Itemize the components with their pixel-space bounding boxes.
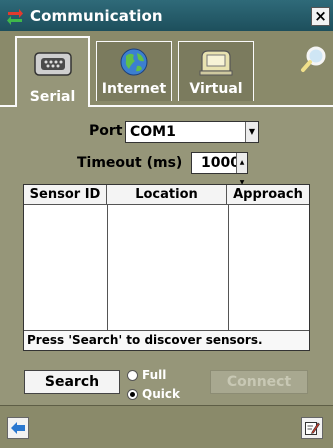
column-header-sensor-id[interactable]: Sensor ID	[24, 185, 107, 204]
radio-full[interactable]: Full	[127, 368, 166, 382]
port-select[interactable]: COM1 ▼	[125, 121, 259, 143]
timeout-value: 1000	[201, 155, 240, 171]
timeout-spinner[interactable]: 1000 ▲ ▼	[191, 152, 248, 186]
edit-note-icon[interactable]	[301, 417, 323, 439]
sensor-list-header: Sensor ID Location Approach	[24, 185, 309, 205]
radio-label: Full	[142, 368, 167, 382]
tab-virtual[interactable]: Virtual	[178, 41, 254, 101]
column-header-location[interactable]: Location	[107, 185, 227, 204]
column-header-approach[interactable]: Approach	[227, 185, 309, 204]
column-divider	[107, 205, 108, 330]
magnifier-icon[interactable]	[299, 45, 329, 75]
serial-panel: Port COM1 ▼ Timeout (ms) 1000 ▲ ▼ Sensor …	[0, 105, 333, 405]
tab-serial[interactable]: Serial	[15, 36, 90, 107]
tab-strip: Serial Internet Virtual	[0, 31, 333, 107]
tab-internet[interactable]: Internet	[96, 41, 172, 101]
tab-label: Internet	[101, 81, 167, 97]
virtual-device-icon	[198, 42, 234, 81]
command-bar	[0, 405, 333, 448]
connect-button[interactable]: Connect	[210, 370, 308, 394]
radio-dot	[127, 369, 138, 381]
radio-label: Quick	[142, 387, 180, 401]
arrows-exchange-icon	[0, 0, 30, 31]
tab-label: Virtual	[189, 81, 243, 97]
back-arrow-icon[interactable]	[7, 417, 29, 439]
title-bar: Communication ×	[0, 0, 333, 31]
globe-icon	[119, 42, 149, 81]
chevron-down-icon[interactable]: ▼	[245, 122, 258, 142]
serial-port-icon	[33, 38, 73, 89]
search-button[interactable]: Search	[24, 370, 120, 394]
close-button[interactable]: ×	[311, 7, 330, 26]
sensor-list[interactable]: Sensor ID Location Approach Press 'Searc…	[23, 184, 310, 351]
tab-label: Serial	[29, 89, 76, 105]
port-value: COM1	[130, 124, 176, 140]
radio-quick[interactable]: Quick	[127, 387, 180, 401]
spin-arrows-icon[interactable]: ▲ ▼	[236, 153, 247, 186]
sensor-list-body	[24, 205, 309, 330]
window-title: Communication	[30, 6, 163, 25]
status-text: Press 'Search' to discover sensors.	[24, 330, 309, 350]
column-divider	[228, 205, 229, 330]
port-label: Port	[89, 123, 123, 139]
radio-dot	[127, 388, 138, 400]
timeout-label: Timeout (ms)	[77, 155, 183, 171]
